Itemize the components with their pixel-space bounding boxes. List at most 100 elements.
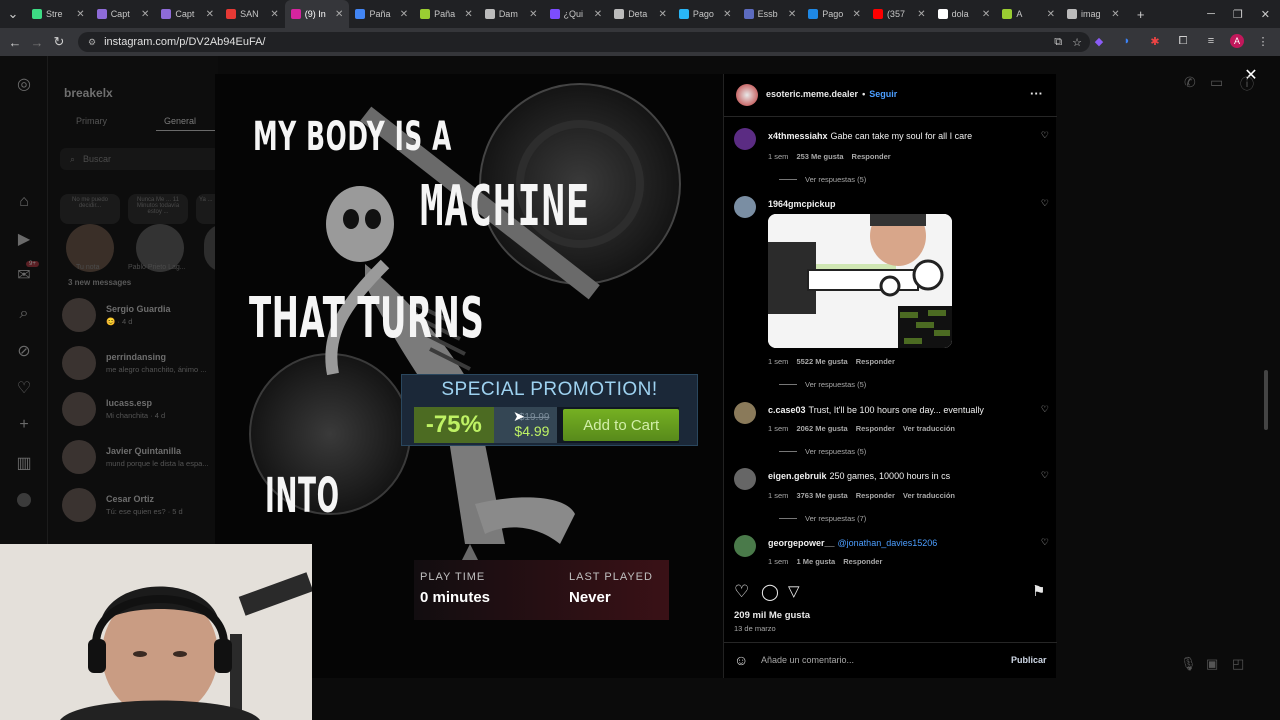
menu-kebab-icon[interactable]: ⋮ xyxy=(1254,32,1272,50)
view-replies-button[interactable]: Ver respuestas (5) xyxy=(779,175,866,184)
reply-button[interactable]: Responder xyxy=(856,424,895,433)
comment-like-icon[interactable]: ♡ xyxy=(1041,470,1049,481)
extensions-puzzle-icon[interactable]: ⧠ xyxy=(1174,32,1192,50)
restore-icon[interactable]: ❐ xyxy=(1233,8,1243,21)
likes-count[interactable]: 209 mil Me gusta xyxy=(734,610,810,621)
comment-username[interactable]: x4thmessiahx xyxy=(768,131,828,141)
tab-close-icon[interactable]: ✕ xyxy=(335,9,343,20)
tab-close-icon[interactable]: ✕ xyxy=(76,9,84,20)
view-replies-button[interactable]: Ver respuestas (7) xyxy=(779,514,866,523)
tab-close-icon[interactable]: ✕ xyxy=(594,9,602,20)
browser-tab[interactable]: Capt ✕ xyxy=(155,0,220,28)
explore-icon[interactable]: ⊘ xyxy=(14,341,34,361)
install-app-icon[interactable]: ⧉ xyxy=(1054,36,1062,49)
browser-tab[interactable]: Pago ✕ xyxy=(673,0,738,28)
avatar[interactable] xyxy=(734,535,756,557)
comment-username[interactable]: 1964gmcpickup xyxy=(768,199,836,209)
dashboard-icon[interactable]: ▥ xyxy=(14,453,34,473)
reply-button[interactable]: Responder xyxy=(843,557,882,566)
translate-button[interactable]: Ver traducción xyxy=(903,491,955,500)
comment-like-icon[interactable]: ♡ xyxy=(1041,404,1049,415)
image-icon[interactable]: ▣ xyxy=(1206,656,1218,672)
tab-close-icon[interactable]: ✕ xyxy=(529,9,537,20)
avatar[interactable] xyxy=(734,468,756,490)
info-icon[interactable]: ⓘ xyxy=(1240,74,1254,94)
reply-button[interactable]: Responder xyxy=(856,357,895,366)
browser-tab[interactable]: SAN ✕ xyxy=(220,0,285,28)
profile-icon[interactable] xyxy=(14,490,34,510)
reels-icon[interactable]: ▶ xyxy=(14,229,34,249)
browser-tab[interactable]: imag ✕ xyxy=(1061,0,1126,28)
view-replies-button[interactable]: Ver respuestas (5) xyxy=(779,447,866,456)
avatar[interactable] xyxy=(734,402,756,424)
tab-close-icon[interactable]: ✕ xyxy=(917,9,925,20)
share-send-icon[interactable]: ▽ xyxy=(788,582,800,600)
comment-text[interactable]: @jonathan_davies15206 xyxy=(838,538,938,548)
tab-close-icon[interactable]: ✕ xyxy=(723,9,731,20)
emoji-icon[interactable]: ☺ xyxy=(734,652,748,668)
browser-tab[interactable]: Capt ✕ xyxy=(91,0,156,28)
tab-close-icon[interactable]: ✕ xyxy=(982,9,990,20)
page-scrollbar[interactable] xyxy=(1264,370,1268,430)
follow-button[interactable]: Seguir xyxy=(869,89,897,99)
like-heart-icon[interactable]: ♡ xyxy=(734,582,749,602)
browser-tab[interactable]: Paña ✕ xyxy=(349,0,414,28)
tab-close-icon[interactable]: ✕ xyxy=(270,9,278,20)
call-icon[interactable]: ✆ xyxy=(1184,74,1196,91)
back-icon[interactable]: ← xyxy=(4,31,26,53)
comment-input[interactable]: Añade un comentario... xyxy=(761,655,854,665)
reply-button[interactable]: Responder xyxy=(856,491,895,500)
comment-like-icon[interactable]: ♡ xyxy=(1041,537,1049,548)
video-call-icon[interactable]: ▭ xyxy=(1210,74,1223,91)
home-icon[interactable]: ⌂ xyxy=(14,192,34,212)
tab-close-icon[interactable]: ✕ xyxy=(464,9,472,20)
comment-like-icon[interactable]: ♡ xyxy=(1041,130,1049,141)
comment-reaction-image[interactable] xyxy=(768,214,952,348)
comment-username[interactable]: georgepower__ xyxy=(768,538,835,548)
author-avatar[interactable] xyxy=(736,84,758,106)
comment-username[interactable]: c.case03 xyxy=(768,405,806,415)
tab-close-icon[interactable]: ✕ xyxy=(1111,9,1119,20)
reload-icon[interactable]: ↻ xyxy=(48,31,70,53)
note-bubble[interactable]: No me puedo decidir... xyxy=(60,194,120,224)
browser-tab[interactable]: Pago ✕ xyxy=(802,0,867,28)
dm-search-input[interactable]: ⌕ Buscar xyxy=(60,148,220,170)
avatar[interactable] xyxy=(734,196,756,218)
media-icon[interactable]: ≡ xyxy=(1202,32,1220,50)
author-username[interactable]: esoteric.meme.dealer xyxy=(766,89,858,99)
new-tab-button[interactable]: + xyxy=(1130,3,1152,25)
tab-close-icon[interactable]: ✕ xyxy=(853,9,861,20)
profile-avatar[interactable]: A xyxy=(1230,34,1244,48)
reply-button[interactable]: Responder xyxy=(852,152,891,161)
site-info-icon[interactable]: ⚙ xyxy=(88,37,96,48)
browser-tab[interactable]: Dam ✕ xyxy=(479,0,544,28)
browser-tab[interactable]: Paña ✕ xyxy=(414,0,479,28)
tab-close-icon[interactable]: ✕ xyxy=(400,9,408,20)
sticker-icon[interactable]: ◰ xyxy=(1232,656,1244,672)
browser-tab[interactable]: Essb ✕ xyxy=(738,0,803,28)
forward-icon[interactable]: → xyxy=(26,31,48,53)
browser-tab[interactable]: (357 ✕ xyxy=(867,0,932,28)
browser-tab[interactable]: (9) In ✕ xyxy=(284,0,350,28)
tab-close-icon[interactable]: ✕ xyxy=(658,9,666,20)
avatar[interactable] xyxy=(734,128,756,150)
bookmark-star-icon[interactable]: ☆ xyxy=(1072,36,1082,49)
tab-search-icon[interactable]: ⌄ xyxy=(0,3,26,25)
extension-icon[interactable]: ✱ xyxy=(1146,32,1164,50)
search-icon[interactable]: ⌕ xyxy=(14,304,34,324)
comment-likes[interactable]: 3763 Me gusta xyxy=(796,491,847,500)
save-bookmark-icon[interactable]: ⚑ xyxy=(1032,582,1045,600)
notifications-heart-icon[interactable]: ♡ xyxy=(14,378,34,398)
account-name[interactable]: breakelx xyxy=(64,86,113,100)
instagram-logo-icon[interactable]: ◎ xyxy=(14,74,34,94)
browser-tab[interactable]: A ✕ xyxy=(996,0,1061,28)
minimize-icon[interactable]: ─ xyxy=(1207,8,1215,21)
browser-tab[interactable]: ¿Qui ✕ xyxy=(544,0,609,28)
tab-close-icon[interactable]: ✕ xyxy=(1047,9,1055,20)
messages-icon[interactable]: ✉ 9+ xyxy=(14,261,39,285)
create-plus-icon[interactable]: + xyxy=(14,415,34,435)
comment-bubble-icon[interactable]: ◯ xyxy=(761,582,779,602)
note-bubble[interactable]: Nunca Me ... 11 Minutos todavía estoy ..… xyxy=(128,194,188,224)
tab-primary[interactable]: Primary xyxy=(76,116,107,126)
close-window-icon[interactable]: ✕ xyxy=(1261,8,1270,21)
